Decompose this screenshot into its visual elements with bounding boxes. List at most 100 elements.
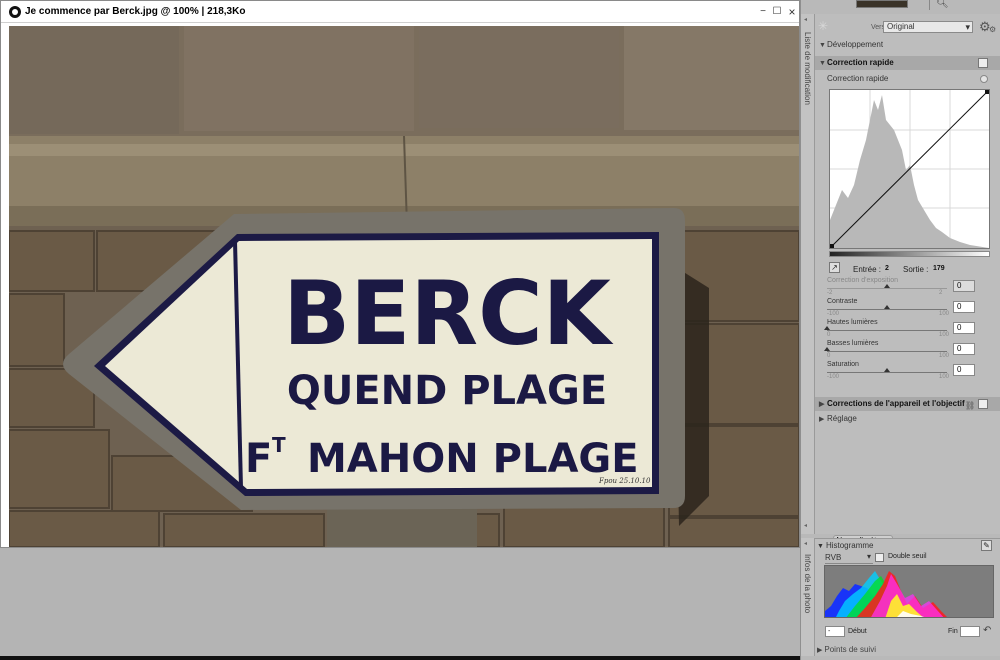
slider-max: 2 bbox=[939, 290, 943, 296]
quick-fix-label: Correction rapide bbox=[827, 58, 894, 67]
slider-track[interactable] bbox=[827, 309, 947, 310]
slider-thumb[interactable] bbox=[884, 284, 890, 288]
sign-maker-mark: Fpou 25.10.10 bbox=[598, 477, 651, 485]
curve-point-white[interactable] bbox=[985, 90, 989, 94]
sign-text-t-superscript: T bbox=[272, 433, 286, 457]
slider-value-input[interactable]: 0 bbox=[953, 322, 975, 334]
version-select[interactable]: Original bbox=[883, 21, 973, 33]
vtab-edit-list[interactable]: ◂ Liste de modification ◂ bbox=[801, 14, 815, 534]
channel-select[interactable]: RVB bbox=[825, 552, 873, 564]
edit-panel: 🔍︎ ◂ Liste de modification ◂ ◂ Infos de … bbox=[800, 0, 1000, 660]
vtab-edit-list-label: Liste de modification bbox=[803, 32, 812, 105]
tracking-points-header[interactable]: ▶ Points de suivi bbox=[817, 645, 876, 654]
tracking-points-label: Points de suivi bbox=[824, 645, 876, 654]
end-label: Fin bbox=[948, 628, 958, 635]
quick-fix-radio[interactable] bbox=[980, 75, 988, 83]
expand-triangle-icon: ▼ bbox=[819, 60, 826, 67]
slider-thumb[interactable] bbox=[884, 368, 890, 372]
slider-row: Saturation -100 100 0 bbox=[827, 361, 997, 382]
slider-max: 100 bbox=[939, 332, 950, 338]
minimize-button[interactable]: − bbox=[757, 6, 769, 18]
camera-corrections-checkbox[interactable] bbox=[978, 399, 988, 409]
exit-label: Sortie : bbox=[903, 265, 929, 274]
burst-icon: ✳ bbox=[818, 19, 829, 33]
slider-label: Basses lumières bbox=[827, 340, 879, 347]
slider-value-input[interactable]: 0 bbox=[953, 343, 975, 355]
slider-label: Correction d'exposition bbox=[827, 277, 898, 284]
slider-row: Hautes lumières 0 100 0 bbox=[824, 319, 997, 340]
slider-min: -100 bbox=[827, 374, 840, 380]
slider-value-input[interactable]: 0 bbox=[953, 280, 975, 292]
slider-row: Basses lumières 0 100 0 bbox=[824, 340, 997, 361]
slider-row: Contraste -100 100 0 bbox=[827, 298, 997, 319]
slider-max: 100 bbox=[939, 311, 950, 317]
slider-thumb[interactable] bbox=[824, 326, 830, 330]
quick-fix-subtitle: Correction rapide bbox=[827, 74, 889, 83]
end-input[interactable] bbox=[960, 626, 980, 637]
start-input[interactable]: - bbox=[825, 626, 845, 637]
sign-text-berck: BERCK bbox=[283, 262, 614, 365]
slider-min: -100 bbox=[827, 311, 840, 317]
slider-row: Correction d'exposition -2 2 0 bbox=[827, 277, 997, 298]
collapse-arrow-icon[interactable]: ◂ bbox=[804, 540, 807, 547]
close-button[interactable]: × bbox=[786, 6, 798, 18]
slider-label: Saturation bbox=[827, 361, 859, 368]
double-threshold-checkbox[interactable] bbox=[875, 553, 884, 562]
tone-curve-editor[interactable] bbox=[829, 89, 990, 249]
zoom-icon[interactable]: 🔍︎ bbox=[936, 0, 950, 10]
separator bbox=[929, 0, 930, 10]
slider-max: 100 bbox=[939, 353, 950, 359]
edit-list-content: ✳ Version Original ⚙ ⚙ ▼Développement ▼C… bbox=[815, 14, 1000, 547]
quick-fix-enable-checkbox[interactable] bbox=[978, 58, 988, 68]
start-label: Début bbox=[848, 628, 867, 635]
histogram-options-icon[interactable]: ✎ bbox=[981, 540, 992, 551]
collapsed-triangle-icon: ▶ bbox=[817, 647, 823, 654]
slider-thumb[interactable] bbox=[824, 347, 830, 351]
collapse-arrow-icon[interactable]: ◂ bbox=[804, 16, 807, 23]
development-label: Développement bbox=[827, 40, 884, 49]
exit-value: 179 bbox=[933, 265, 945, 272]
photo-info-content: ▼Histogramme ✎ RVB Double seuil - Début … bbox=[815, 538, 1000, 656]
vtab-photo-info-label: Infos de la photo bbox=[803, 554, 812, 614]
photo-canvas[interactable]: BERCK QUEND PLAGE F T MAHON PLAGE Fpou 2… bbox=[9, 26, 799, 547]
curve-input-gradient[interactable] bbox=[829, 251, 990, 257]
double-threshold-label: Double seuil bbox=[888, 553, 927, 560]
expand-triangle-icon: ▼ bbox=[819, 42, 826, 49]
reset-icon[interactable]: ↶ bbox=[983, 625, 991, 636]
slider-thumb[interactable] bbox=[884, 305, 890, 309]
slider-track[interactable] bbox=[827, 330, 947, 331]
slider-value-input[interactable]: 0 bbox=[953, 364, 975, 376]
development-header[interactable]: ▼Développement bbox=[815, 38, 1000, 52]
histogram-header[interactable]: ▼ Histogramme bbox=[817, 541, 874, 550]
app-logo-icon bbox=[9, 6, 21, 18]
gear-small-icon: ⚙ bbox=[989, 25, 997, 34]
sign-text-quend: QUEND PLAGE bbox=[287, 368, 607, 414]
vtab-photo-info[interactable]: ◂ Infos de la photo bbox=[801, 538, 815, 656]
adjust-header[interactable]: ▶ Réglage bbox=[815, 412, 1000, 426]
slider-max: 100 bbox=[939, 374, 950, 380]
quick-fix-header[interactable]: ▼Correction rapide bbox=[815, 56, 1000, 70]
collapsed-triangle-icon: ▶ bbox=[819, 416, 825, 423]
camera-lens-corrections-header[interactable]: ▶ Corrections de l'appareil et l'objectif… bbox=[815, 397, 1000, 411]
camera-lens-corrections-label: Corrections de l'appareil et l'objectif bbox=[827, 399, 965, 408]
sign-text-f: F bbox=[245, 436, 272, 482]
collapsed-triangle-icon: ▶ bbox=[819, 401, 825, 408]
navigator-thumbnail[interactable] bbox=[856, 0, 908, 8]
image-window: Je commence par Berck.jpg @ 100% | 218,3… bbox=[0, 0, 800, 548]
maximize-button[interactable]: ☐ bbox=[771, 6, 783, 18]
image-window-title: Je commence par Berck.jpg @ 100% | 218,3… bbox=[25, 6, 246, 17]
collapse-arrow-icon[interactable]: ◂ bbox=[804, 522, 807, 529]
slider-min: 0 bbox=[827, 332, 831, 338]
adjust-label: Réglage bbox=[827, 414, 857, 423]
image-window-titlebar[interactable]: Je commence par Berck.jpg @ 100% | 218,3… bbox=[1, 1, 799, 23]
sign-text-mahon: MAHON PLAGE bbox=[307, 436, 639, 482]
slider-track[interactable] bbox=[827, 372, 947, 373]
slider-min: 0 bbox=[827, 353, 831, 359]
slider-track[interactable] bbox=[827, 351, 947, 352]
curve-tool-icon[interactable]: ↗ bbox=[829, 262, 840, 273]
link-icon: ⛓ bbox=[965, 401, 976, 410]
curve-point-black[interactable] bbox=[830, 244, 834, 248]
slider-value-input[interactable]: 0 bbox=[953, 301, 975, 313]
slider-track[interactable] bbox=[827, 288, 947, 289]
slider-label: Hautes lumières bbox=[827, 319, 878, 326]
